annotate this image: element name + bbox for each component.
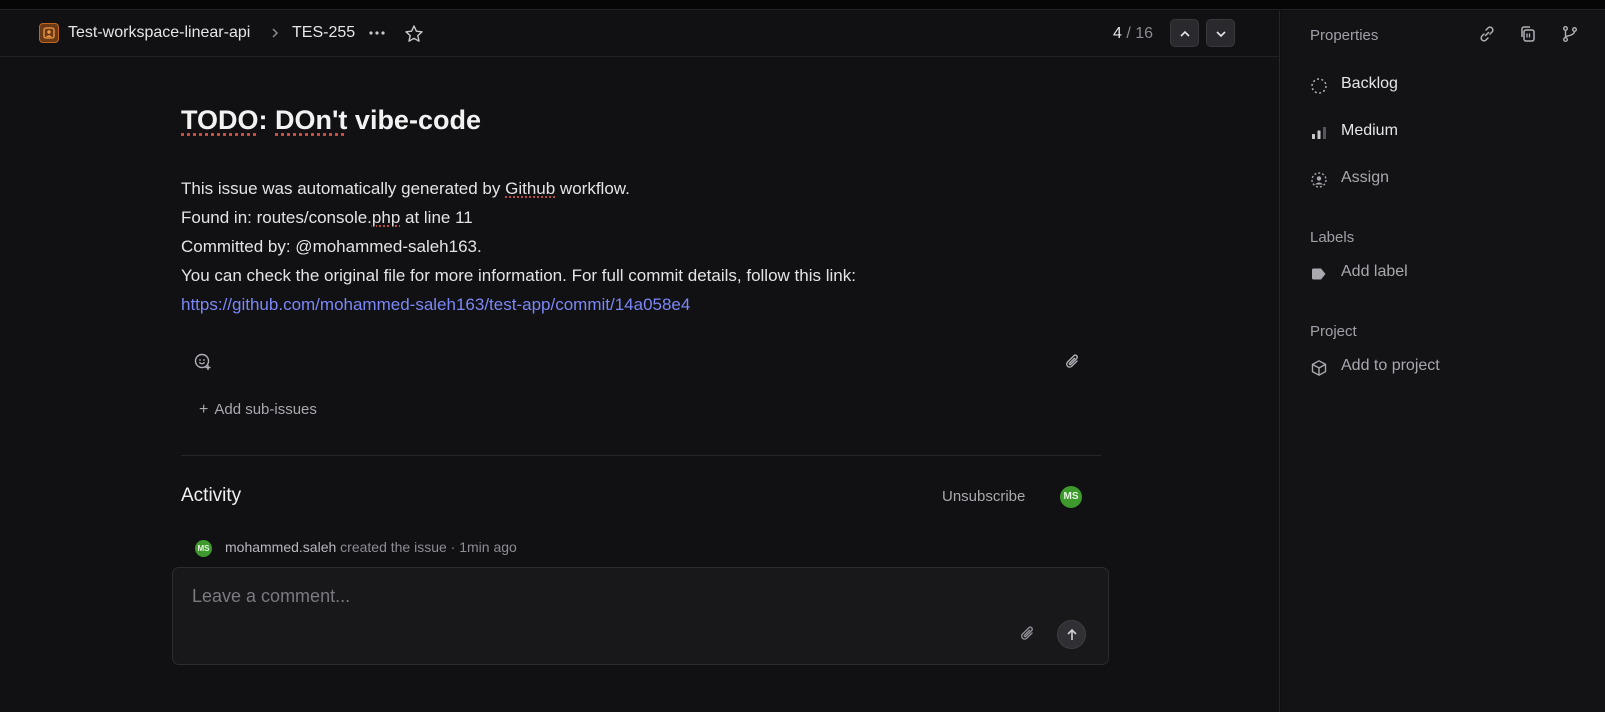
next-issue-button[interactable]	[1206, 19, 1235, 47]
add-sub-issues-button[interactable]: + Add sub-issues	[199, 401, 317, 419]
project-cube-icon	[1311, 360, 1327, 376]
properties-heading: Properties	[1310, 27, 1379, 44]
chevron-right-icon	[272, 28, 279, 38]
send-arrow-icon	[1067, 628, 1077, 640]
activity-heading: Activity	[181, 485, 242, 506]
add-to-project-button[interactable]: Add to project	[1310, 357, 1510, 377]
priority-medium-icon	[1312, 127, 1326, 139]
breadcrumb-workspace[interactable]: Test-workspace-linear-api	[68, 23, 250, 43]
send-comment-button[interactable]	[1057, 620, 1086, 649]
assignee-property[interactable]: Assign	[1310, 169, 1510, 189]
issue-header: Test-workspace-linear-api TES-255 4 / 16	[0, 11, 1280, 57]
description-line: This issue was automatically generated b…	[181, 179, 630, 198]
description-line: You can check the original file for more…	[181, 266, 856, 285]
subscriber-avatar[interactable]: MS	[1060, 486, 1082, 508]
comment-input[interactable]: Leave a comment...	[192, 586, 350, 607]
assignee-value: Assign	[1341, 169, 1390, 186]
window-top-strip	[0, 0, 1605, 10]
label-tag-icon	[1312, 268, 1326, 280]
properties-sidebar: Properties Backlog Medium Assign Labels …	[1281, 11, 1605, 712]
backlog-status-icon	[1311, 78, 1327, 94]
priority-value: Medium	[1341, 122, 1398, 139]
star-icon[interactable]	[404, 24, 424, 44]
chevron-up-icon	[1180, 30, 1190, 37]
issue-title[interactable]: TODO: DOn't vibe-code	[181, 105, 481, 136]
previous-issue-button[interactable]	[1170, 19, 1199, 47]
chevron-down-icon	[1216, 31, 1226, 38]
divider	[181, 455, 1101, 456]
labels-heading: Labels	[1310, 229, 1355, 246]
commit-link[interactable]: https://github.com/mohammed-saleh163/tes…	[181, 290, 856, 319]
status-value: Backlog	[1341, 75, 1398, 92]
paperclip-icon[interactable]	[1019, 624, 1037, 644]
project-heading: Project	[1310, 323, 1357, 340]
activity-entry: mohammed.saleh created the issue · 1min …	[225, 539, 517, 555]
assign-user-icon	[1311, 172, 1327, 188]
add-label-button[interactable]: Add label	[1310, 263, 1510, 283]
status-property[interactable]: Backlog	[1310, 75, 1510, 95]
priority-property[interactable]: Medium	[1310, 122, 1510, 142]
link-icon[interactable]	[1478, 25, 1496, 43]
add-label-text: Add label	[1341, 263, 1408, 280]
activity-avatar: MS	[195, 540, 212, 557]
description-line: Committed by: @mohammed-saleh163.	[181, 237, 482, 256]
workspace-icon[interactable]	[39, 23, 59, 43]
copy-id-icon[interactable]	[1519, 25, 1537, 43]
description-line: Found in: routes/console.php at line 11	[181, 208, 473, 227]
more-icon[interactable]	[368, 25, 386, 41]
emoji-icon[interactable]	[193, 352, 213, 372]
comment-box[interactable]: Leave a comment...	[172, 567, 1109, 665]
unsubscribe-button[interactable]: Unsubscribe	[942, 488, 1025, 505]
paperclip-icon[interactable]	[1064, 352, 1082, 372]
issue-main-panel: Test-workspace-linear-api TES-255 4 / 16…	[0, 11, 1280, 712]
issue-description[interactable]: This issue was automatically generated b…	[181, 174, 856, 319]
issue-pager: 4 / 16	[1113, 25, 1154, 42]
breadcrumb-issue-id[interactable]: TES-255	[292, 23, 355, 43]
branch-icon[interactable]	[1561, 25, 1579, 43]
add-to-project-text: Add to project	[1341, 357, 1440, 374]
